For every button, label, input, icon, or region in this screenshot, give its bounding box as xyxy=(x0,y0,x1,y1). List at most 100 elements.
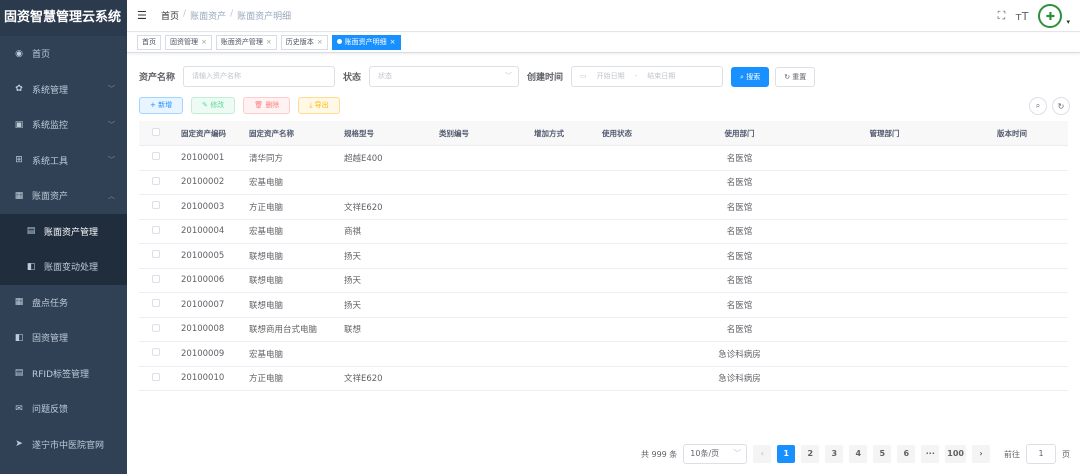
end-date-input[interactable]: 结束日期 xyxy=(647,67,675,86)
row-checkbox[interactable] xyxy=(152,299,160,308)
sidebar-item-system-management[interactable]: ✿ 系统管理 ﹀ xyxy=(0,72,127,108)
export-button[interactable]: ⤓ 导出 xyxy=(298,97,340,114)
sidebar: 固资智慧管理云系统 ◉ 首页 ✿ 系统管理 ﹀ ▣ 系统监控 ﹀ ⊞ 系统工具 … xyxy=(0,0,127,474)
tag-history-version[interactable]: 历史版本 × xyxy=(280,35,328,50)
table-row[interactable]: 20100003 方正电脑 文祥E620 名医馆 xyxy=(139,195,1068,220)
cell-spec: 联想 xyxy=(344,325,362,336)
page-number-button[interactable]: 4 xyxy=(849,445,868,463)
tag-fixed-asset[interactable]: 固资管理 × xyxy=(165,35,212,50)
task-icon: ▦ xyxy=(14,297,24,308)
tag-home[interactable]: 首页 xyxy=(137,35,161,50)
date-range-picker[interactable]: ▭ 开始日期 - 结束日期 xyxy=(571,66,724,87)
sidebar-item-book-assets[interactable]: ▦ 账面资产 ︿ xyxy=(0,178,127,214)
cell-spec: 商祺 xyxy=(344,227,362,238)
sidebar-item-home[interactable]: ◉ 首页 xyxy=(0,36,127,72)
tag-book-asset-detail[interactable]: 账面资产明细 × xyxy=(331,35,401,50)
caret-down-icon[interactable]: ▾ xyxy=(1066,18,1070,26)
table-row[interactable]: 20100007 联想电脑 扬天 名医馆 xyxy=(139,293,1068,318)
sidebar-item-book-change[interactable]: ◧ 账面变动处理 xyxy=(0,249,127,285)
sidebar-item-rfid[interactable]: ▤ RFID标签管理 xyxy=(0,356,127,392)
sidebar-item-inventory-task[interactable]: ▦ 盘点任务 xyxy=(0,285,127,321)
page-number-button[interactable]: 2 xyxy=(801,445,820,463)
hamburger-icon[interactable]: ☰ xyxy=(137,9,151,22)
cell-code: 20100002 xyxy=(181,177,225,188)
edit-icon: ✎ xyxy=(202,101,211,109)
sidebar-item-label: 盘点任务 xyxy=(32,298,69,309)
reset-button[interactable]: ↻ 重置 xyxy=(775,66,816,87)
chevron-down-icon: ﹀ xyxy=(505,72,513,80)
row-checkbox[interactable] xyxy=(152,250,160,259)
sidebar-item-label: 问题反馈 xyxy=(32,405,69,416)
chevron-down-icon: ﹀ xyxy=(733,449,742,458)
avatar[interactable]: ✚ xyxy=(1038,4,1063,28)
page-number-button[interactable]: ··· xyxy=(921,445,940,463)
page-size-select[interactable]: 10条/页 ﹀ xyxy=(683,444,748,464)
cell-name: 联想电脑 xyxy=(249,251,284,262)
row-checkbox[interactable] xyxy=(152,323,160,332)
sidebar-item-feedback[interactable]: ✉ 问题反馈 xyxy=(0,391,127,427)
page-number-button[interactable]: 100 xyxy=(945,445,966,463)
table-row[interactable]: 20100002 宏基电脑 名医馆 xyxy=(139,171,1068,195)
sidebar-item-hospital-site[interactable]: ➤ 遂宁市中医院官网 xyxy=(0,427,127,463)
sidebar-item-system-tools[interactable]: ⊞ 系统工具 ﹀ xyxy=(0,143,127,179)
tag-book-asset-management[interactable]: 账面资产管理 × xyxy=(215,35,277,50)
header-actions: ⛶ ᴛT ✚ ▾ xyxy=(998,4,1070,28)
row-checkbox[interactable] xyxy=(152,152,160,161)
close-icon: × xyxy=(316,38,323,46)
goto-page-input[interactable]: 1 xyxy=(1026,444,1056,464)
sidebar-item-label: 系统工具 xyxy=(32,156,69,167)
delete-button[interactable]: 🗑 删除 xyxy=(243,97,291,114)
page-number-button[interactable]: 1 xyxy=(777,445,796,463)
page-number-button[interactable]: 5 xyxy=(873,445,892,463)
breadcrumb-item[interactable]: 首页 xyxy=(161,9,179,22)
row-checkbox[interactable] xyxy=(152,372,160,381)
table-row[interactable]: 20100004 宏基电脑 商祺 名医馆 xyxy=(139,220,1068,244)
copy-icon: ◧ xyxy=(14,332,24,343)
sidebar-item-fixed-asset[interactable]: ◧ 固资管理 xyxy=(0,320,127,356)
table-row[interactable]: 20100009 宏基电脑 急诊科病房 xyxy=(139,342,1068,367)
table-row[interactable]: 20100001 清华同方 超越E400 名医馆 xyxy=(139,146,1068,171)
next-page-button[interactable]: › xyxy=(972,445,990,463)
refresh-icon[interactable]: ↻ xyxy=(1052,97,1070,115)
page-number-button[interactable]: 3 xyxy=(825,445,844,463)
asset-name-input[interactable]: 请输入资产名称 xyxy=(183,66,336,87)
cell-dept: 名医馆 xyxy=(726,251,753,262)
row-checkbox[interactable] xyxy=(152,201,160,210)
send-icon: ➤ xyxy=(15,439,23,450)
page-list: 1 2 3 4 5 6 ··· 100 xyxy=(777,445,966,463)
status-select[interactable]: 状态 ﹀ xyxy=(369,66,520,87)
column-header: 类别编号 xyxy=(439,128,469,138)
add-button[interactable]: + 新增 xyxy=(139,97,184,114)
page-number-button[interactable]: 6 xyxy=(897,445,916,463)
font-size-icon[interactable]: ᴛT xyxy=(1015,10,1028,23)
row-checkbox[interactable] xyxy=(152,274,160,283)
list-icon: ▦ xyxy=(14,190,24,201)
monitor-icon: ▣ xyxy=(14,119,24,130)
sidebar-item-label: 固资管理 xyxy=(32,334,69,345)
search-form: 资产名称 请输入资产名称 状态 状态 ﹀ 创建时间 ▭ 开始日期 - 结束日期 ⌕… xyxy=(139,66,816,87)
edit-button[interactable]: ✎ 修改 xyxy=(191,97,236,114)
start-date-input[interactable]: 开始日期 xyxy=(597,67,625,86)
cell-name: 联想电脑 xyxy=(249,300,284,311)
column-header: 使用部门 xyxy=(724,128,755,138)
cell-code: 20100001 xyxy=(181,152,225,163)
search-button[interactable]: ⌕ 搜索 xyxy=(731,66,770,87)
gear-icon: ✿ xyxy=(15,84,23,95)
sidebar-item-label: 系统监控 xyxy=(32,121,69,132)
row-checkbox[interactable] xyxy=(152,176,160,185)
prev-page-button[interactable]: ‹ xyxy=(753,445,772,463)
sidebar-item-book-asset-management[interactable]: ▤ 账面资产管理 xyxy=(0,213,127,249)
row-checkbox[interactable] xyxy=(152,348,160,357)
tool-icon: ⊞ xyxy=(15,155,23,166)
breadcrumb: 首页 / 账面资产 / 账面资产明细 xyxy=(161,9,292,22)
cell-code: 20100010 xyxy=(181,373,225,384)
select-all-checkbox[interactable] xyxy=(152,128,160,136)
table-row[interactable]: 20100005 联想电脑 扬天 名医馆 xyxy=(139,244,1068,269)
table-row[interactable]: 20100008 联想商用台式电脑 联想 名医馆 xyxy=(139,318,1068,342)
sidebar-item-system-monitor[interactable]: ▣ 系统监控 ﹀ xyxy=(0,107,127,143)
toggle-search-icon[interactable]: ⌕ xyxy=(1029,97,1047,115)
fullscreen-icon[interactable]: ⛶ xyxy=(998,9,1006,23)
row-checkbox[interactable] xyxy=(152,225,160,234)
table-row[interactable]: 20100010 方正电脑 文祥E620 急诊科病房 xyxy=(139,367,1068,391)
table-row[interactable]: 20100006 联想电脑 扬天 名医馆 xyxy=(139,269,1068,293)
